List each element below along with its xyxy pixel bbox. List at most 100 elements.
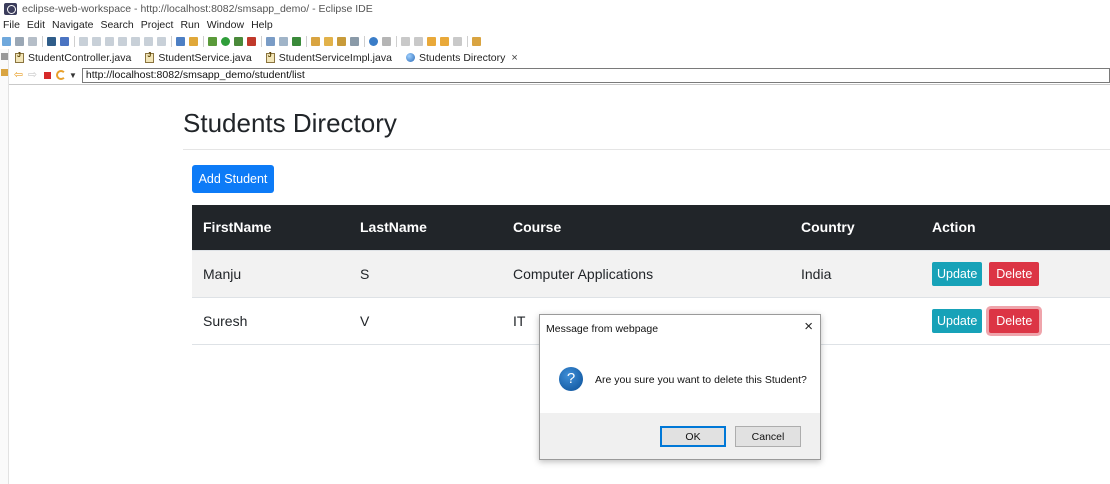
toolbar-separator — [171, 35, 172, 47]
page-title: Students Directory — [183, 108, 397, 138]
step-return-icon[interactable] — [157, 36, 166, 46]
servers-icon[interactable] — [176, 36, 185, 46]
cell-last-name: V — [349, 296, 502, 345]
new-icon[interactable] — [2, 36, 11, 46]
save-icon[interactable] — [15, 36, 24, 46]
open-perspective-icon[interactable] — [472, 36, 481, 46]
window-title-bar: eclipse-web-workspace - http://localhost… — [0, 0, 1110, 18]
ok-button[interactable]: OK — [660, 426, 726, 447]
tab-label: Students Directory — [418, 51, 506, 64]
toolbar-separator — [364, 35, 365, 47]
tab-students-directory[interactable]: Students Directory × — [399, 49, 526, 66]
eclipse-app-icon — [4, 3, 17, 15]
delete-button[interactable]: Delete — [989, 261, 1040, 286]
menu-navigate[interactable]: Navigate — [52, 19, 93, 31]
step-over-icon[interactable] — [144, 36, 153, 46]
question-icon: ? — [559, 367, 583, 391]
open-type-icon[interactable] — [311, 36, 320, 46]
cell-action: Update Delete — [921, 296, 1110, 345]
suspend-icon[interactable] — [92, 36, 101, 46]
tab-student-service[interactable]: StudentService.java — [139, 49, 259, 66]
prev-annotation-icon[interactable] — [414, 36, 423, 46]
terminate-icon[interactable] — [105, 36, 114, 46]
package-explorer-icon[interactable] — [1, 69, 8, 76]
resume-icon[interactable] — [79, 36, 88, 46]
close-icon[interactable]: × — [511, 52, 517, 64]
new-package-icon[interactable] — [279, 36, 288, 46]
skip-breakpoints-icon[interactable] — [60, 36, 69, 46]
left-trim — [0, 49, 9, 484]
refresh-icon[interactable] — [56, 70, 66, 80]
cell-action: Update Delete — [921, 249, 1110, 297]
tab-label: StudentService.java — [158, 51, 252, 64]
divider — [183, 149, 1110, 150]
main-toolbar — [0, 33, 1110, 49]
url-input[interactable]: http://localhost:8082/smsapp_demo/studen… — [81, 67, 1110, 83]
last-edit-icon[interactable] — [427, 36, 436, 46]
confirm-dialog: Message from webpage × ? Are you sure yo… — [539, 314, 821, 460]
terminal-icon[interactable] — [47, 36, 56, 46]
update-button[interactable]: Update — [932, 308, 983, 333]
menu-search[interactable]: Search — [100, 19, 133, 31]
annotation-icon[interactable] — [382, 36, 391, 46]
menu-help[interactable]: Help — [251, 19, 273, 31]
stop-icon[interactable] — [44, 71, 51, 79]
cell-first-name: Manju — [192, 249, 349, 297]
dialog-title: Message from webpage — [546, 323, 659, 335]
restore-icon[interactable] — [1, 53, 8, 60]
menu-project[interactable]: Project — [141, 19, 174, 31]
menu-run[interactable]: Run — [180, 19, 199, 31]
toolbar-separator — [42, 35, 43, 47]
cancel-button[interactable]: Cancel — [735, 426, 801, 447]
forward-icon[interactable] — [453, 36, 462, 46]
search-icon[interactable] — [350, 36, 359, 46]
tab-student-controller[interactable]: StudentController.java — [9, 49, 139, 66]
toolbar-separator — [396, 35, 397, 47]
external-tools-icon[interactable] — [247, 36, 256, 46]
open-task-icon[interactable] — [324, 36, 333, 46]
toolbar-separator — [306, 35, 307, 47]
back-icon[interactable] — [440, 36, 449, 46]
add-student-button[interactable]: Add Student — [192, 165, 274, 193]
window-title: eclipse-web-workspace - http://localhost… — [22, 3, 373, 15]
new-java-project-icon[interactable] — [266, 36, 275, 46]
run-icon[interactable] — [221, 36, 230, 46]
column-header: Course — [502, 205, 790, 250]
chevron-down-icon[interactable]: ▼ — [69, 71, 77, 80]
editor-tab-bar: StudentController.java StudentService.ja… — [9, 49, 526, 66]
update-button[interactable]: Update — [932, 261, 983, 286]
menu-edit[interactable]: Edit — [27, 19, 45, 31]
dialog-footer: OK Cancel — [540, 413, 820, 459]
step-into-icon[interactable] — [131, 36, 140, 46]
tab-label: StudentServiceImpl.java — [278, 51, 392, 64]
table-row: Manju S Computer Applications India Upda… — [192, 249, 1110, 297]
delete-button[interactable]: Delete — [989, 308, 1040, 333]
tab-student-service-impl[interactable]: StudentServiceImpl.java — [260, 49, 400, 66]
menu-bar: File Edit Navigate Search Project Run Wi… — [0, 18, 280, 32]
new-class-icon[interactable] — [292, 36, 301, 46]
save-all-icon[interactable] — [28, 36, 37, 46]
menu-window[interactable]: Window — [207, 19, 244, 31]
web-browser-icon[interactable] — [369, 36, 378, 46]
back-arrow-icon[interactable]: ⇦ — [13, 69, 24, 81]
column-header: LastName — [349, 205, 502, 250]
cell-first-name: Suresh — [192, 296, 349, 345]
toolbar-separator — [203, 35, 204, 47]
table-header-row: FirstName LastName Course Country Action — [192, 205, 1110, 250]
column-header: Country — [790, 205, 921, 250]
cell-course: Computer Applications — [502, 249, 790, 297]
java-file-icon — [15, 52, 24, 63]
toolbar-separator — [261, 35, 262, 47]
forward-arrow-icon[interactable]: ⇨ — [27, 69, 38, 81]
next-annotation-icon[interactable] — [401, 36, 410, 46]
pen-icon[interactable] — [337, 36, 346, 46]
tools-icon[interactable] — [189, 36, 198, 46]
column-header: Action — [921, 205, 1110, 250]
debug-icon[interactable] — [208, 36, 217, 46]
disconnect-icon[interactable] — [118, 36, 127, 46]
dialog-message: Are you sure you want to delete this Stu… — [595, 374, 807, 386]
close-icon[interactable]: × — [804, 318, 813, 335]
menu-file[interactable]: File — [3, 19, 20, 31]
toolbar-separator — [467, 35, 468, 47]
coverage-icon[interactable] — [234, 36, 243, 46]
